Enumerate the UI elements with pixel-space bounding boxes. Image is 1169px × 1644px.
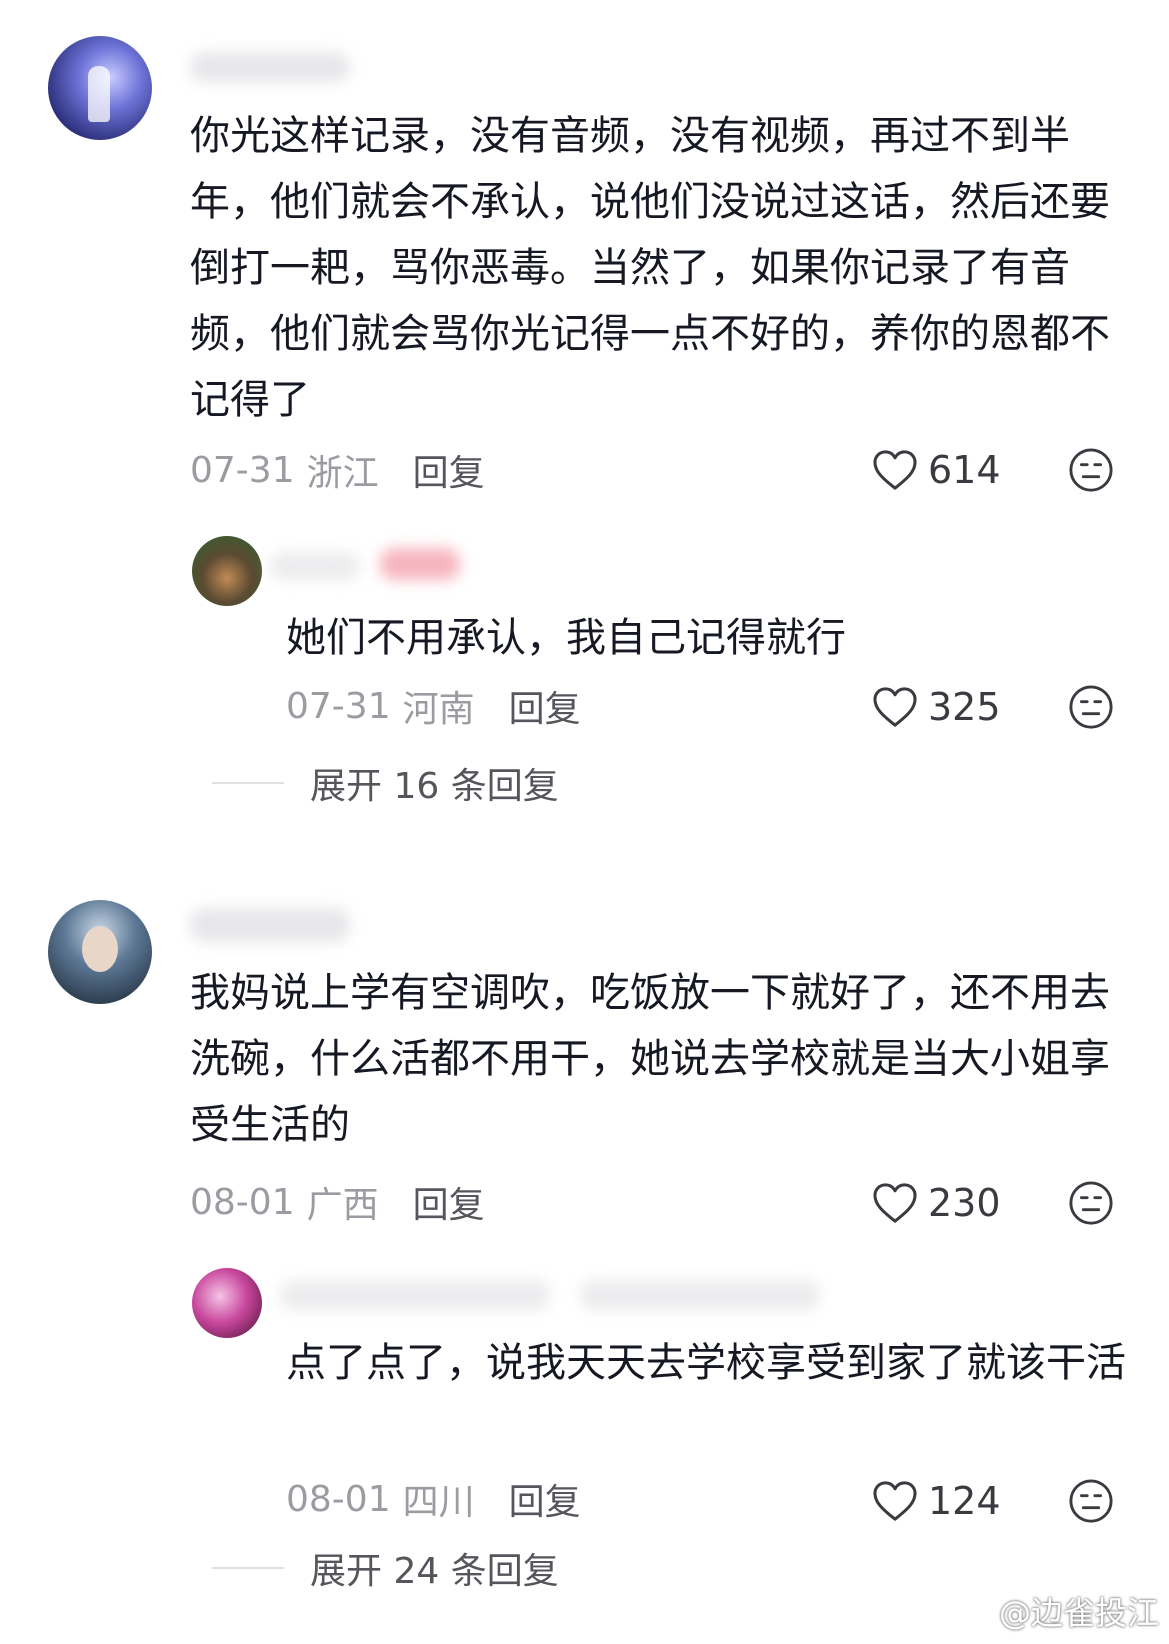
comment-date: 07-31 <box>286 685 391 727</box>
comment-date: 07-31 <box>190 449 295 491</box>
like-count: 325 <box>928 685 1001 729</box>
username-blurred[interactable] <box>280 1280 550 1310</box>
neutral-face-icon[interactable] <box>1068 447 1114 493</box>
heart-outline-icon <box>873 1481 917 1521</box>
comment-meta: 08-01 四川 回复 <box>286 1473 581 1525</box>
watermark-text: @边雀投江 <box>998 1594 1159 1632</box>
reply-button[interactable]: 回复 <box>413 1176 485 1228</box>
weibo-logo-icon <box>953 1598 991 1627</box>
username-blurred[interactable] <box>270 552 360 580</box>
comment-text: 你光这样记录，没有音频，没有视频，再过不到半年，他们就会不承认，说他们没说过这话… <box>190 113 1110 423</box>
reply-text: 点了点了，说我天天去学校享受到家了就该干活 <box>286 1340 1126 1386</box>
like-button[interactable]: 124 <box>872 1476 1001 1526</box>
avatar[interactable] <box>48 36 152 140</box>
like-button[interactable]: 230 <box>872 1178 1001 1228</box>
like-button[interactable]: 614 <box>872 445 1001 495</box>
expand-replies-button[interactable]: 展开 16 条回复 <box>212 758 559 808</box>
heart-outline-icon <box>873 1183 917 1223</box>
heart-outline-icon <box>873 450 917 490</box>
comment-location: 河南 <box>402 689 475 730</box>
username-blurred[interactable] <box>190 908 350 942</box>
neutral-face-icon[interactable] <box>1068 684 1114 730</box>
avatar[interactable] <box>192 536 262 606</box>
expand-replies-button[interactable]: 展开 24 条回复 <box>212 1543 559 1593</box>
like-count: 614 <box>928 448 1001 492</box>
username-blurred[interactable] <box>190 52 350 82</box>
comment-meta: 07-31 浙江 回复 <box>190 444 485 496</box>
neutral-face-icon[interactable] <box>1068 1478 1114 1524</box>
comment-location: 浙江 <box>306 453 379 494</box>
comment-text: 我妈说上学有空调吹，吃饭放一下就好了，还不用去洗碗，什么活都不用干，她说去学校就… <box>190 970 1110 1148</box>
heart-outline-icon <box>873 687 917 727</box>
comment-date: 08-01 <box>190 1181 295 1223</box>
author-badge-blurred <box>380 548 460 580</box>
expand-replies-label: 展开 16 条回复 <box>310 766 559 807</box>
comment-meta: 08-01 广西 回复 <box>190 1176 485 1228</box>
reply-button[interactable]: 回复 <box>509 1473 581 1525</box>
expand-replies-label: 展开 24 条回复 <box>310 1551 559 1592</box>
divider <box>212 782 284 784</box>
comment-date: 08-01 <box>286 1478 391 1520</box>
comment-location: 广西 <box>306 1185 379 1226</box>
divider <box>212 1567 284 1569</box>
username-blurred <box>580 1280 820 1310</box>
like-button[interactable]: 325 <box>872 682 1001 732</box>
reply-button[interactable]: 回复 <box>509 680 581 732</box>
comment-location: 四川 <box>402 1482 475 1523</box>
like-count: 230 <box>928 1181 1001 1225</box>
like-count: 124 <box>928 1479 1001 1523</box>
watermark: @边雀投江 <box>953 1588 1159 1634</box>
reply-text: 她们不用承认，我自己记得就行 <box>286 615 846 661</box>
reply-button[interactable]: 回复 <box>413 444 485 496</box>
avatar[interactable] <box>192 1268 262 1338</box>
avatar[interactable] <box>48 900 152 1004</box>
neutral-face-icon[interactable] <box>1068 1180 1114 1226</box>
comment-meta: 07-31 河南 回复 <box>286 680 581 732</box>
